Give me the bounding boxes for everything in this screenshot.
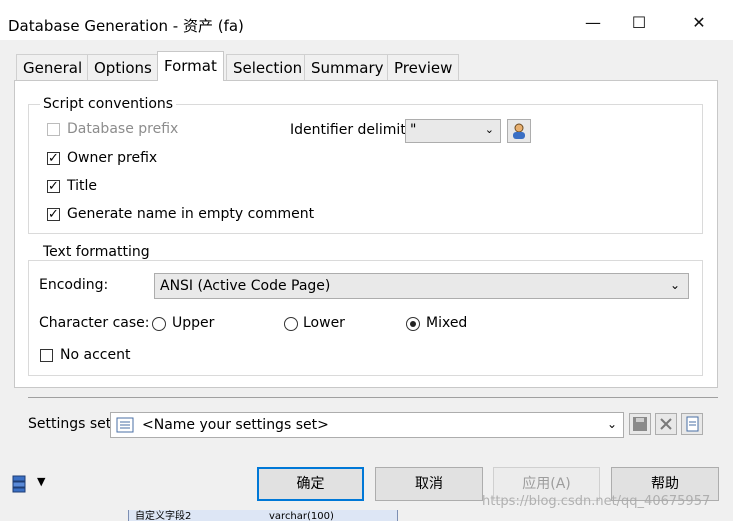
title-checkbox[interactable]: ✓ [47, 180, 60, 193]
cancel-button[interactable]: 取消 [375, 467, 483, 501]
minimize-icon: — [585, 13, 601, 32]
settings-set-label: Settings set: [28, 416, 116, 432]
radio-lower[interactable] [284, 317, 298, 331]
background-table-row: 自定义字段2 varchar(100) [128, 510, 398, 522]
close-icon: ✕ [692, 13, 706, 32]
checkmark-icon: ✓ [48, 151, 59, 166]
options-menu-button[interactable]: ▼ [10, 472, 50, 496]
separator [28, 397, 718, 398]
radio-mixed-label: Mixed [426, 315, 468, 331]
tab-selection[interactable]: Selection [226, 54, 310, 80]
radio-upper[interactable] [152, 317, 166, 331]
maximize-icon: ☐ [631, 13, 647, 32]
delete-settings-button[interactable] [655, 413, 677, 435]
radio-dot-icon [410, 321, 416, 327]
window-title: Database Generation - 资产 (fa) [8, 17, 244, 35]
script-conventions-title: Script conventions [40, 96, 177, 112]
text-formatting-title: Text formatting [40, 244, 153, 260]
tab-preview[interactable]: Preview [387, 54, 460, 80]
title-label: Title [67, 178, 98, 194]
ok-button[interactable]: 确定 [257, 467, 364, 501]
checkmark-icon: ✓ [48, 179, 59, 194]
minimize-button[interactable]: — [570, 8, 616, 38]
save-settings-button[interactable] [629, 413, 651, 435]
checkmark-icon: ✓ [48, 207, 59, 222]
character-case-label: Character case: [39, 315, 150, 331]
radio-upper-label: Upper [172, 315, 215, 331]
caret-down-icon: ▼ [37, 475, 46, 488]
settings-set-select[interactable]: <Name your settings set> ⌄ [110, 412, 624, 438]
identifier-delimiter-value: " [410, 122, 417, 138]
background-row-name: 自定义字段2 [135, 511, 192, 522]
watermark-text: https://blog.csdn.net/qq_40675957 [482, 494, 711, 509]
chevron-down-icon: ⌄ [484, 123, 494, 136]
background-row-type: varchar(100) [269, 511, 334, 522]
no-accent-label: No accent [60, 347, 131, 363]
generate-name-label: Generate name in empty comment [67, 206, 315, 222]
open-settings-button[interactable] [681, 413, 703, 435]
tab-format[interactable]: Format [157, 51, 224, 81]
document-icon [686, 416, 699, 432]
close-button[interactable]: ✕ [676, 8, 722, 38]
generate-name-checkbox[interactable]: ✓ [47, 208, 60, 221]
chevron-down-icon: ⌄ [669, 278, 680, 292]
user-icon [513, 123, 525, 139]
owner-prefix-label: Owner prefix [67, 150, 158, 166]
encoding-label: Encoding: [39, 277, 109, 293]
chevron-down-icon: ⌄ [606, 417, 617, 431]
no-accent-checkbox[interactable] [40, 349, 53, 362]
list-icon [116, 417, 134, 433]
delimiter-user-button[interactable] [507, 119, 531, 143]
save-icon [633, 417, 647, 431]
owner-prefix-checkbox[interactable]: ✓ [47, 152, 60, 165]
database-stack-icon [12, 475, 26, 493]
encoding-select[interactable]: ANSI (Active Code Page) ⌄ [154, 273, 689, 299]
maximize-button[interactable]: ☐ [616, 8, 662, 38]
radio-mixed[interactable] [406, 317, 420, 331]
radio-lower-label: Lower [303, 315, 345, 331]
tab-options[interactable]: Options [87, 54, 159, 80]
delete-icon [660, 418, 672, 430]
tab-summary[interactable]: Summary [304, 54, 391, 80]
encoding-value: ANSI (Active Code Page) [160, 278, 331, 294]
tab-general[interactable]: General [16, 54, 90, 80]
identifier-delimiter-select[interactable]: " ⌄ [405, 119, 501, 143]
settings-set-value: <Name your settings set> [142, 417, 329, 433]
database-prefix-checkbox[interactable] [47, 123, 60, 136]
database-prefix-label: Database prefix [67, 121, 179, 137]
